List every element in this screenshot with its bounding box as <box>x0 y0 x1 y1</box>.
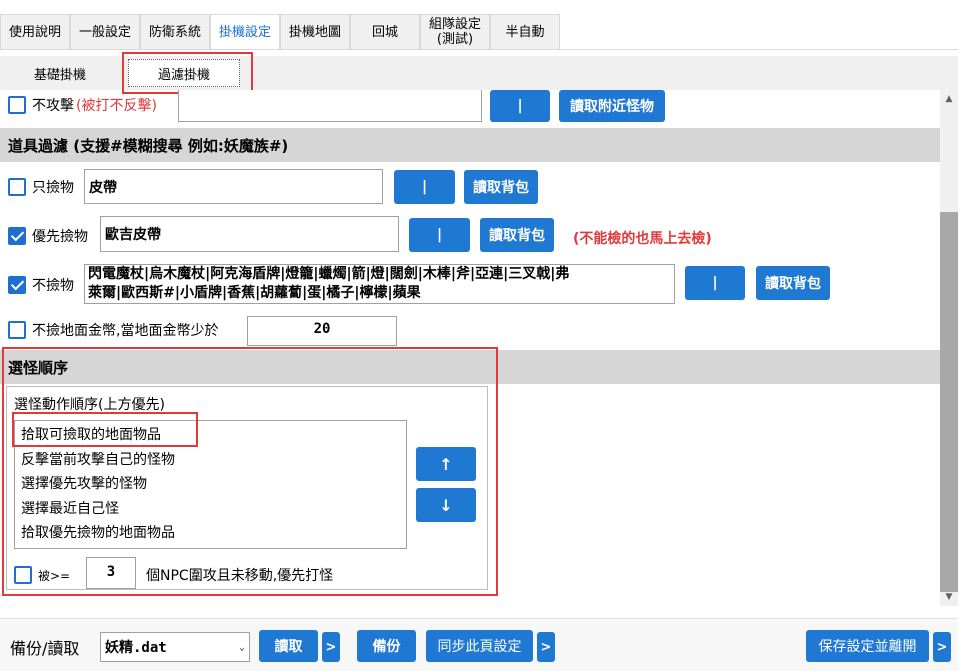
pickup-only-row: 只撿物 <box>8 176 74 198</box>
backup-file-select[interactable]: 妖精.dat ⌄ <box>100 632 250 662</box>
no-gold-row: 不撿地面金幣,當地面金幣少於 <box>8 319 218 341</box>
tab-afk-settings[interactable]: 掛機設定 <box>210 14 280 49</box>
tab-return-town[interactable]: 回城 <box>350 14 420 49</box>
npc-siege-label: 被>= <box>38 568 71 583</box>
npc-count-input[interactable]: 3 <box>86 557 136 589</box>
no-attack-checkbox[interactable] <box>8 96 26 114</box>
read-nearby-monsters-button[interactable]: 讀取附近怪物 <box>559 90 665 122</box>
no-attack-note: (被打不反擊) <box>76 98 157 114</box>
no-attack-row: 不攻擊 (被打不反擊) <box>8 94 157 116</box>
pickup-only-checkbox[interactable] <box>8 178 26 196</box>
item-filter-header: 道具過濾 (支援#模糊搜尋 例如:妖魔族#) <box>0 128 940 162</box>
scroll-down-icon[interactable]: ▼ <box>940 588 958 606</box>
list-item[interactable]: 反擊當前攻擊自己的怪物 <box>15 448 406 473</box>
priority-pickup-input[interactable]: 歐吉皮帶 <box>100 216 399 252</box>
main-tabbar: 使用說明 一般設定 防衛系統 掛機設定 掛機地圖 回城 組隊設定 (測試) 半自… <box>0 14 958 50</box>
no-gold-threshold-input[interactable]: 20 <box>247 316 397 346</box>
no-pickup-label: 不撿物 <box>32 278 74 294</box>
no-pickup-row: 不撿物 <box>8 274 74 296</box>
no-attack-input[interactable] <box>178 90 482 122</box>
list-item[interactable]: 選擇優先攻擊的怪物 <box>15 472 406 497</box>
subtab-filter-afk[interactable]: 過濾掛機 <box>128 59 240 87</box>
priority-pickup-label: 優先撿物 <box>32 229 88 245</box>
list-item[interactable]: 選擇最近自己怪 <box>15 497 406 522</box>
move-up-button[interactable]: ↑ <box>416 447 476 481</box>
no-pickup-line-2: 萊爾|歐西斯#|小盾牌|香蕉|胡蘿蔔|蛋|橘子|檸檬|蘋果 <box>88 285 421 301</box>
move-down-button[interactable]: ↓ <box>416 488 476 522</box>
sync-more-button[interactable]: > <box>537 632 555 662</box>
no-attack-pipe-button[interactable]: | <box>490 90 550 122</box>
list-item[interactable]: 拾取可撿取的地面物品 <box>15 423 406 448</box>
backup-label: 備份/讀取 <box>10 639 80 658</box>
subtab-basic-afk[interactable]: 基礎掛機 <box>4 59 116 87</box>
read-more-button[interactable]: > <box>322 632 340 662</box>
no-pickup-line-1: 閃電魔杖|烏木魔杖|阿克海盾牌|燈籠|蠟燭|箭|燈|闊劍|木棒|斧|亞連|三叉戟… <box>88 266 570 282</box>
priority-pickup-read-bag-button[interactable]: 讀取背包 <box>480 218 554 252</box>
read-backup-button[interactable]: 讀取 <box>259 630 318 662</box>
no-pickup-pipe-button[interactable]: | <box>685 266 745 300</box>
monster-order-group-label: 選怪動作順序(上方優先) <box>14 397 165 413</box>
pickup-only-input[interactable]: 皮帶 <box>84 169 383 204</box>
sub-tabbar: 基礎掛機 過濾掛機 <box>0 56 958 90</box>
save-more-button[interactable]: > <box>933 632 951 662</box>
no-attack-label: 不攻擊 <box>32 98 74 114</box>
no-gold-checkbox[interactable] <box>8 321 26 339</box>
pickup-only-label: 只撿物 <box>32 180 74 196</box>
save-and-exit-button[interactable]: 保存設定並離開 <box>806 630 929 662</box>
no-pickup-input[interactable]: 閃電魔杖|烏木魔杖|阿克海盾牌|燈籠|蠟燭|箭|燈|闊劍|木棒|斧|亞連|三叉戟… <box>84 264 675 304</box>
npc-siege-row: 被>= <box>14 564 70 586</box>
chevron-down-icon: ⌄ <box>238 641 245 653</box>
no-gold-label: 不撿地面金幣,當地面金幣少於 <box>32 323 219 339</box>
tab-usage[interactable]: 使用說明 <box>0 14 70 49</box>
no-pickup-checkbox[interactable] <box>8 276 26 294</box>
tab-defense[interactable]: 防衛系統 <box>140 14 210 49</box>
sync-page-button[interactable]: 同步此頁設定 <box>426 630 533 662</box>
pickup-only-pipe-button[interactable]: | <box>394 170 455 204</box>
no-pickup-read-bag-button[interactable]: 讀取背包 <box>756 266 830 300</box>
settings-scroll-area[interactable]: 不攻擊 (被打不反擊) | 讀取附近怪物 道具過濾 (支援#模糊搜尋 例如:妖魔… <box>0 90 940 610</box>
priority-pickup-pipe-button[interactable]: | <box>409 218 470 252</box>
list-item[interactable]: 拾取優先撿物的地面物品 <box>15 521 406 546</box>
scroll-thumb[interactable] <box>940 212 958 592</box>
scroll-up-icon[interactable]: ▲ <box>940 90 958 108</box>
npc-siege-checkbox[interactable] <box>14 566 32 584</box>
bottom-bar: 備份/讀取 妖精.dat ⌄ 讀取 > 備份 同步此頁設定 > 保存設定並離開 … <box>0 618 958 671</box>
vertical-scrollbar[interactable]: ▲ ▼ <box>940 90 958 606</box>
priority-pickup-row: 優先撿物 <box>8 225 88 247</box>
tab-semi-auto[interactable]: 半自動 <box>490 14 560 49</box>
priority-pickup-checkbox[interactable] <box>8 227 26 245</box>
npc-siege-suffix: 個NPC圍攻且未移動,優先打怪 <box>146 568 334 584</box>
monster-order-list[interactable]: 拾取可撿取的地面物品 反擊當前攻擊自己的怪物 選擇優先攻擊的怪物 選擇最近自己怪… <box>14 420 407 549</box>
backup-button[interactable]: 備份 <box>357 630 416 662</box>
priority-pickup-note: (不能檢的也馬上去檢) <box>573 231 712 247</box>
pickup-only-read-bag-button[interactable]: 讀取背包 <box>464 170 538 204</box>
tab-party[interactable]: 組隊設定 (測試) <box>420 14 490 49</box>
monster-order-header: 選怪順序 <box>0 350 940 384</box>
tab-afk-map[interactable]: 掛機地圖 <box>280 14 350 49</box>
tab-general[interactable]: 一般設定 <box>70 14 140 49</box>
